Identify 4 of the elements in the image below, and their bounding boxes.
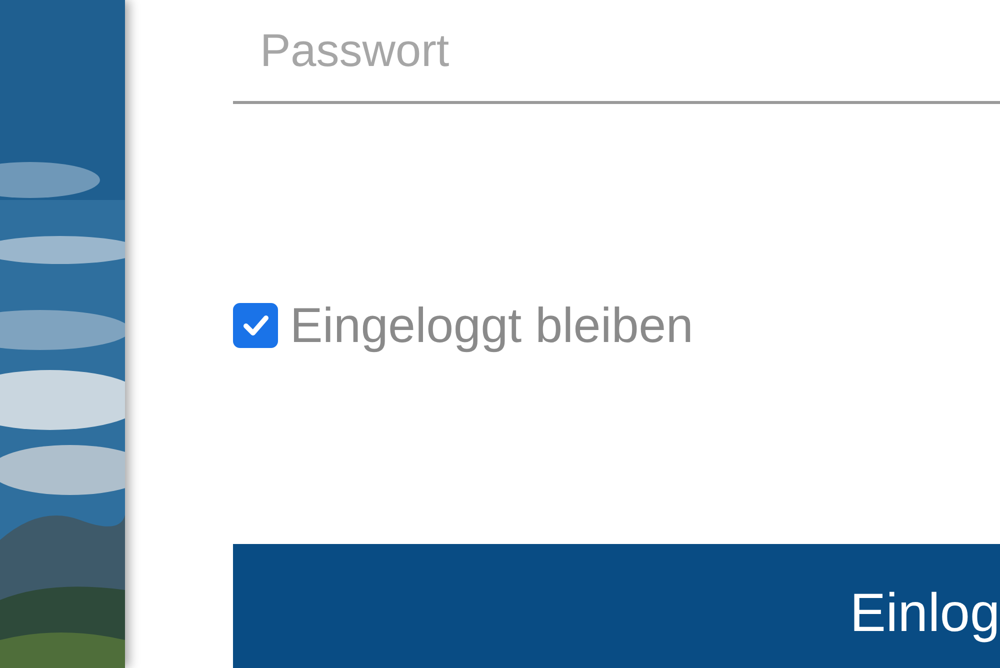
password-field[interactable]: Passwort (233, 0, 1000, 104)
login-button[interactable]: Einlog (233, 544, 1000, 668)
checkbox-label: Eingeloggt bleiben (290, 298, 694, 354)
checkbox[interactable] (233, 303, 278, 348)
